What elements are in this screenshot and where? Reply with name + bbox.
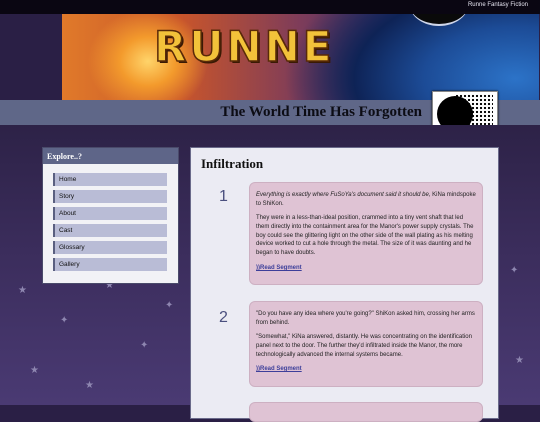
- segment-intro: "Do you have any idea where you're going…: [256, 311, 475, 326]
- star-icon: ✦: [510, 265, 519, 276]
- top-bar: Runne Fantasy Fiction: [0, 0, 540, 14]
- read-segment-link[interactable]: ))Read Segment: [256, 264, 476, 273]
- star-icon: ★: [515, 355, 524, 366]
- nav-item-about[interactable]: About: [53, 207, 167, 220]
- nav-item-home[interactable]: Home: [53, 173, 167, 186]
- main-content: Infiltration 1 Everything is exactly whe…: [190, 147, 499, 422]
- nav-item-gallery[interactable]: Gallery: [53, 258, 167, 271]
- site-name[interactable]: Runne Fantasy Fiction: [468, 2, 528, 8]
- segment-card: Everything is exactly where FuSoYa's doc…: [249, 182, 483, 285]
- star-icon: ✦: [165, 300, 174, 311]
- segment-card-partial: [249, 402, 483, 422]
- banner-logo-text: RUNNE: [153, 21, 335, 72]
- chapter-title: Infiltration: [201, 156, 264, 171]
- star-icon: ✦: [140, 340, 149, 351]
- segment-card: "Do you have any idea where you're going…: [249, 301, 483, 387]
- segment-intro-italic: Everything is exactly where FuSoYa's doc…: [256, 192, 431, 198]
- segment-paragraph: They were in a less-than-ideal position,…: [256, 215, 474, 257]
- star-icon: ★: [30, 365, 39, 376]
- segment-number: 1: [219, 188, 228, 205]
- banner-image: RUNNE: [62, 14, 539, 100]
- read-segment-link[interactable]: ))Read Segment: [256, 365, 476, 374]
- star-icon: ★: [18, 285, 27, 296]
- nav-item-glossary[interactable]: Glossary: [53, 241, 167, 254]
- segment-intro: Everything is exactly where FuSoYa's doc…: [256, 191, 476, 208]
- sidebar-heading: Explore..?: [43, 148, 178, 164]
- star-icon: ★: [85, 380, 94, 391]
- page-subtitle: The World Time Has Forgotten: [220, 104, 422, 120]
- nav-list: Home Story About Cast Glossary Gallery: [53, 173, 178, 271]
- moon-graphic: [409, 14, 469, 26]
- star-icon: ✦: [60, 315, 69, 326]
- nav-item-cast[interactable]: Cast: [53, 224, 167, 237]
- explore-sidebar: Explore..? Home Story About Cast Glossar…: [42, 147, 179, 284]
- nav-item-story[interactable]: Story: [53, 190, 167, 203]
- segment-number: 2: [219, 309, 228, 326]
- segment-paragraph: "Somewhat," KiNa answered, distantly. He…: [256, 334, 472, 358]
